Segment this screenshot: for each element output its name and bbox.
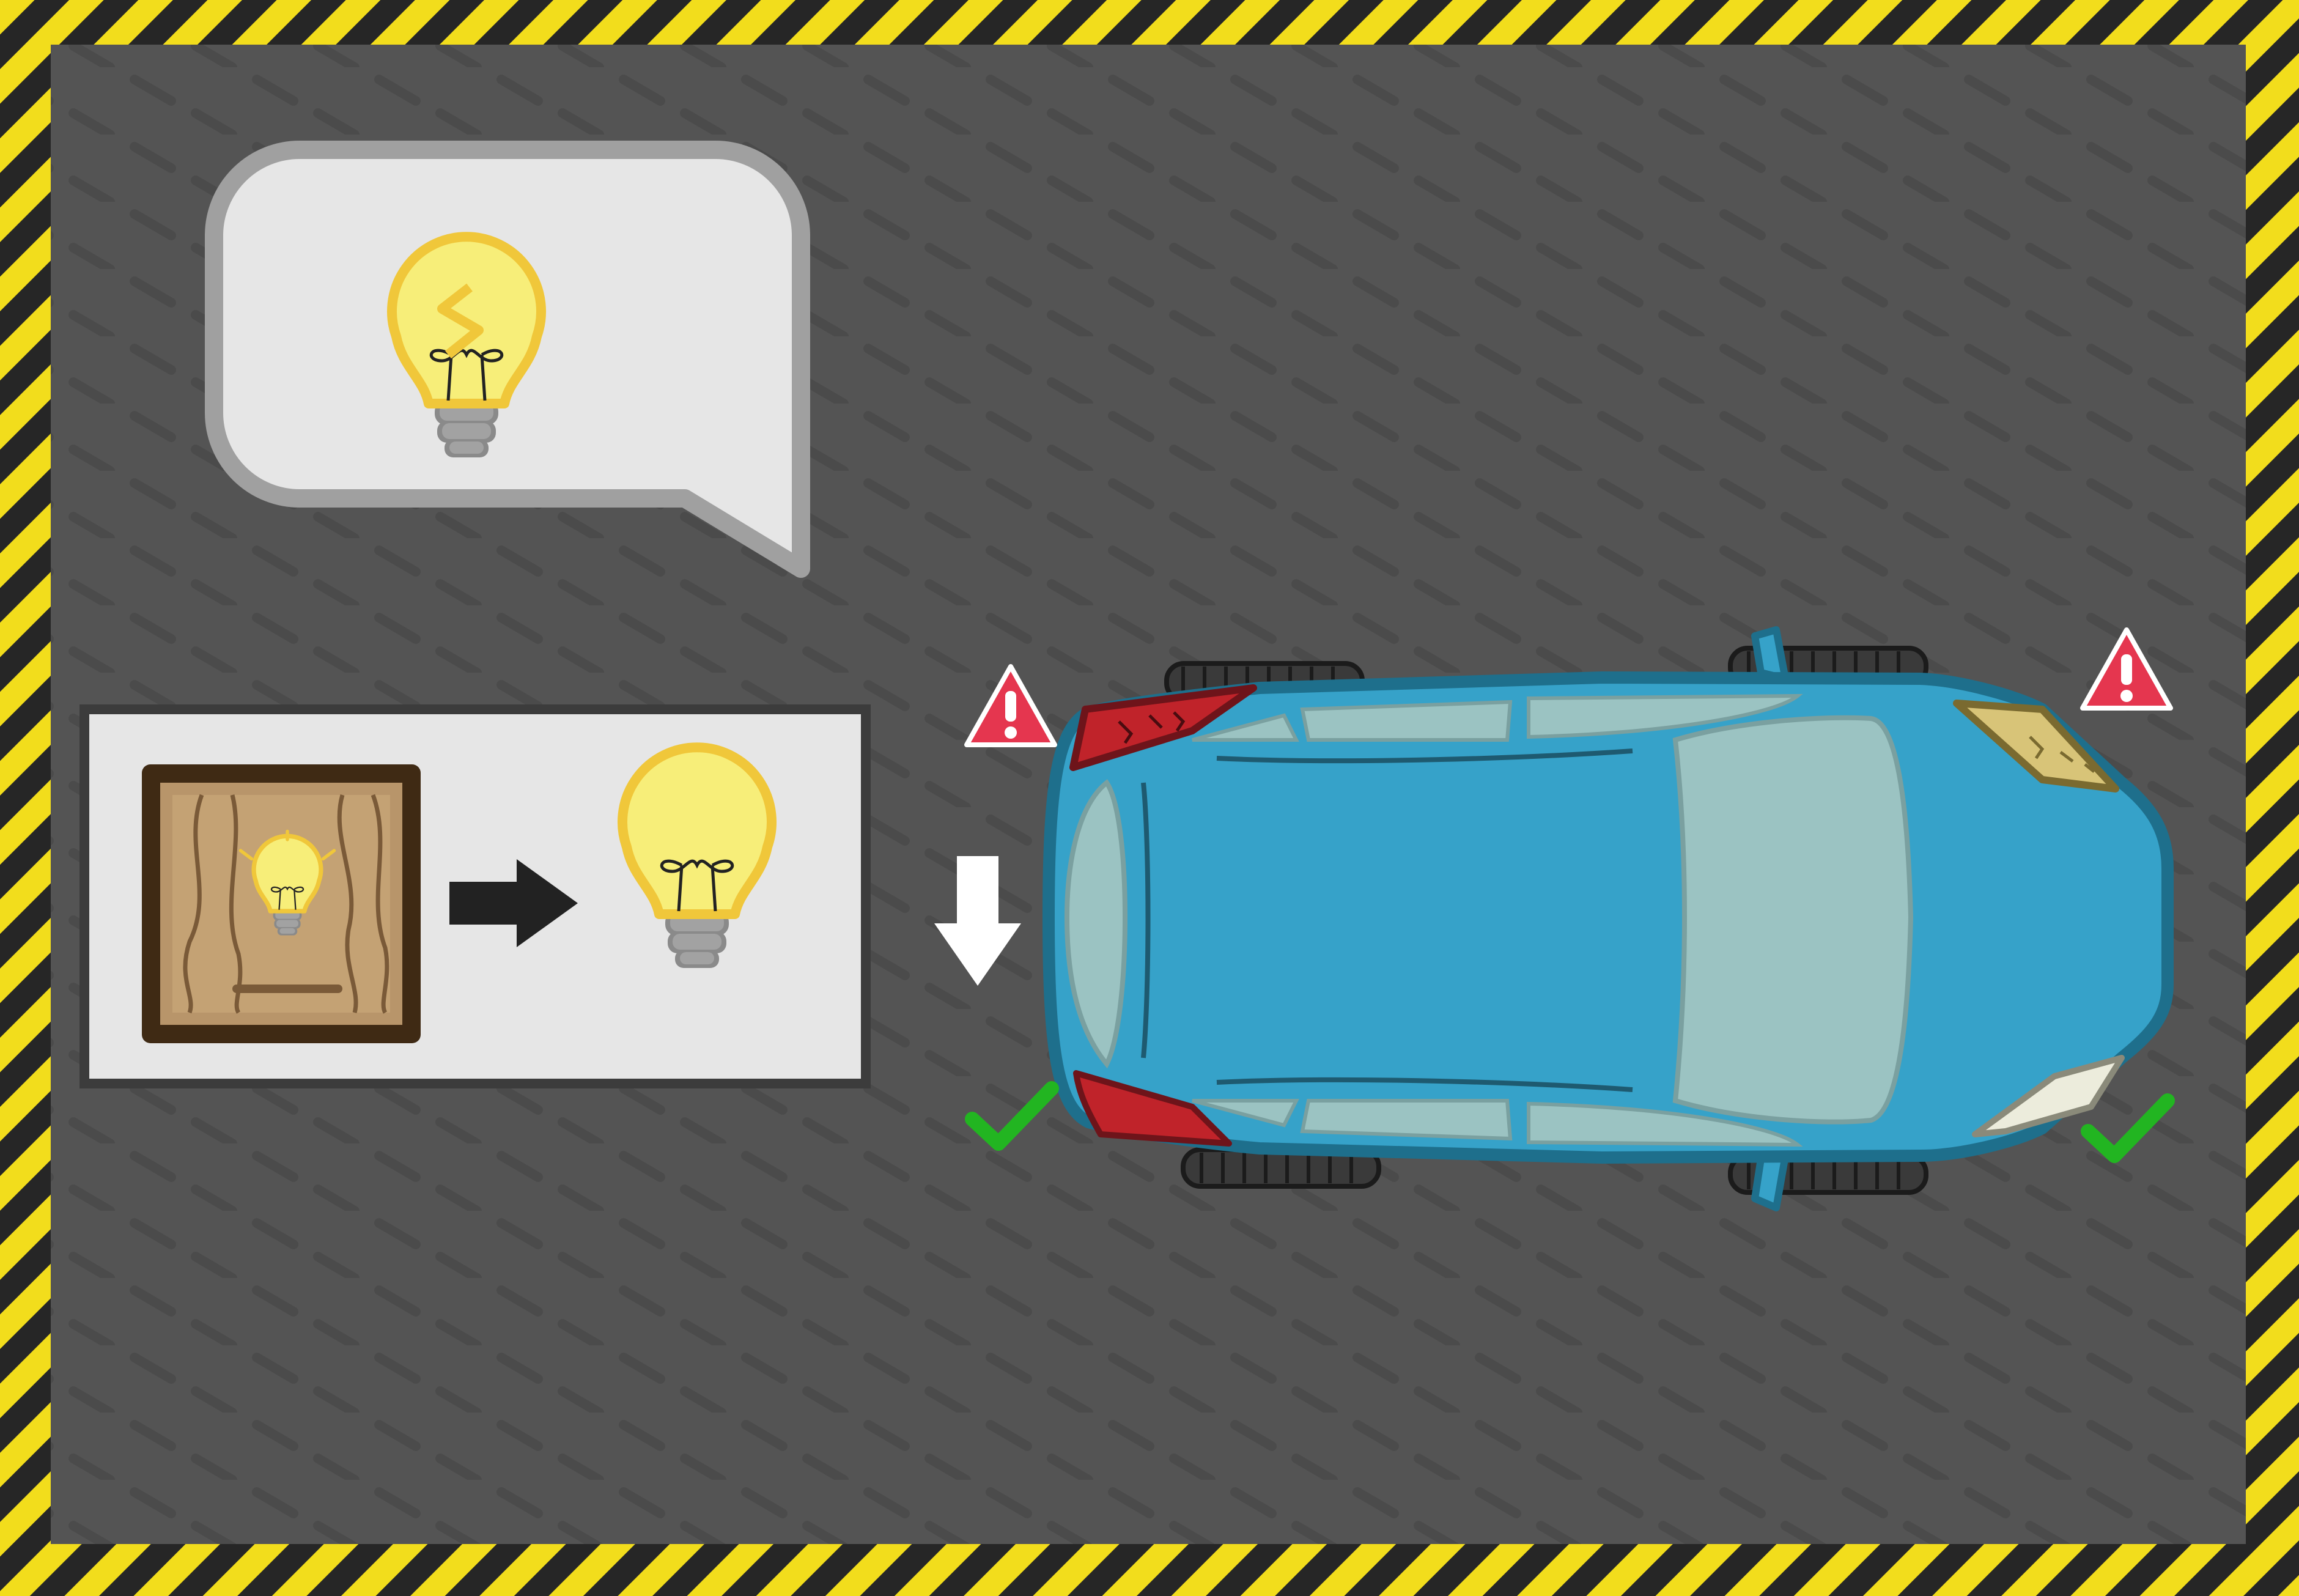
side-window bbox=[1300, 1099, 1513, 1141]
game-scene bbox=[0, 0, 2299, 1596]
side-window bbox=[1300, 700, 1513, 742]
hint-bubble bbox=[205, 141, 810, 578]
recipe-panel bbox=[79, 704, 871, 1088]
car-body bbox=[1042, 671, 2174, 1164]
lightbulb-crate-icon bbox=[142, 764, 421, 1043]
car[interactable] bbox=[1042, 626, 2174, 1211]
scene-canvas bbox=[0, 0, 2299, 1596]
windshield bbox=[1672, 715, 1914, 1125]
mirror-bottom bbox=[1751, 1152, 1789, 1211]
mirror-top bbox=[1751, 626, 1789, 682]
